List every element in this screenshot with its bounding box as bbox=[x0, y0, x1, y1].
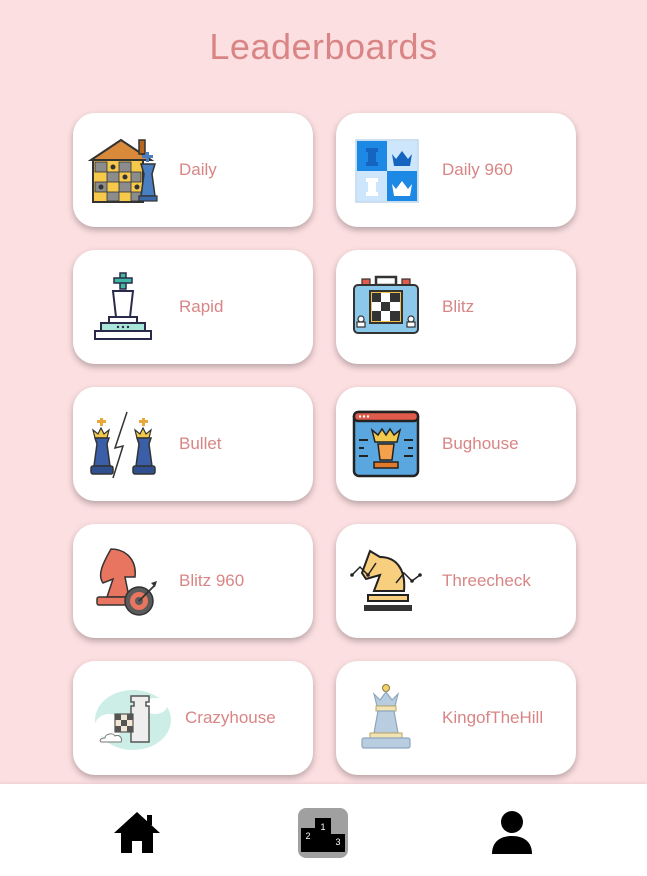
blitz960-knight-target-icon bbox=[87, 545, 159, 617]
leaderboard-card-blitz[interactable]: Blitz bbox=[336, 250, 576, 364]
leaderboard-card-bullet[interactable]: Bullet bbox=[73, 387, 313, 501]
podium-number: 1 bbox=[320, 822, 325, 832]
leaderboard-label: Bughouse bbox=[442, 434, 519, 453]
leaderboard-label: Daily 960 bbox=[442, 160, 513, 179]
blitz-clock-icon bbox=[350, 271, 422, 343]
threecheck-knight-icon bbox=[350, 545, 422, 617]
leaderboard-card-crazyhouse[interactable]: Crazyhouse bbox=[73, 661, 313, 775]
leaderboard-card-bughouse[interactable]: Bughouse bbox=[336, 387, 576, 501]
user-icon bbox=[492, 811, 532, 854]
daily-chessboard-house-icon bbox=[87, 134, 159, 206]
leaderboard-card-rapid[interactable]: Rapid bbox=[73, 250, 313, 364]
leaderboard-card-daily-960[interactable]: Daily 960 bbox=[336, 113, 576, 227]
bottom-nav: 1 2 3 bbox=[0, 784, 647, 876]
bughouse-rook-window-icon bbox=[350, 408, 422, 480]
nav-profile-button[interactable] bbox=[487, 808, 537, 858]
leaderboard-label: Bullet bbox=[179, 434, 222, 453]
leaderboard-label: KingofTheHill bbox=[442, 708, 544, 727]
leaderboard-label: Daily bbox=[179, 160, 217, 179]
leaderboard-label: Blitz bbox=[442, 297, 475, 316]
leaderboard-card-threecheck[interactable]: Threecheck bbox=[336, 524, 576, 638]
nav-leaderboards-button[interactable]: 1 2 3 bbox=[298, 808, 348, 858]
crazyhouse-rook-cloud-icon bbox=[93, 682, 173, 754]
podium-number: 2 bbox=[305, 831, 310, 841]
king-of-the-hill-queen-icon bbox=[350, 682, 422, 754]
page-title: Leaderboards bbox=[209, 26, 438, 67]
podium-number: 3 bbox=[335, 837, 340, 847]
leaderboard-card-king-of-the-hill[interactable]: KingofTheHill bbox=[336, 661, 576, 775]
rapid-king-icon bbox=[87, 271, 159, 343]
leaderboard-card-daily[interactable]: Daily bbox=[73, 113, 313, 227]
leaderboard-label: Threecheck bbox=[442, 571, 531, 590]
leaderboard-card-blitz-960[interactable]: Blitz 960 bbox=[73, 524, 313, 638]
bullet-kings-icon bbox=[87, 408, 159, 480]
podium-icon: 1 2 3 bbox=[298, 808, 348, 858]
leaderboard-label: Rapid bbox=[179, 297, 224, 316]
leaderboard-label: Blitz 960 bbox=[179, 571, 245, 590]
home-icon bbox=[114, 812, 160, 853]
leaderboard-grid: Daily Daily 960 Rapid Blitz Bullet Bugho… bbox=[73, 113, 576, 775]
leaderboard-label: Crazyhouse bbox=[185, 708, 276, 727]
nav-home-button[interactable] bbox=[112, 808, 162, 858]
daily960-tiles-icon bbox=[350, 134, 422, 206]
